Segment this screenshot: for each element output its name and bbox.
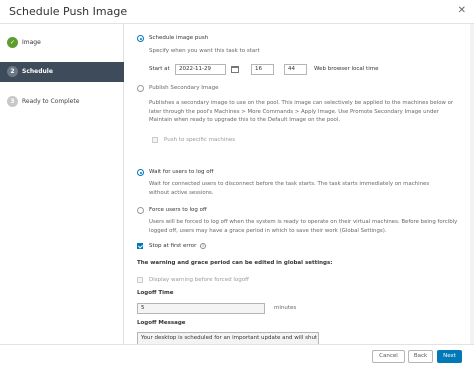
logoff-time-unit: minutes: [274, 305, 297, 311]
publish-secondary-radio[interactable]: [137, 85, 144, 92]
schedule-push-radio[interactable]: [137, 35, 144, 42]
schedule-form: Schedule image push Specify when you wan…: [124, 24, 474, 344]
step-number: 2: [7, 66, 18, 77]
publish-secondary-label: Publish Secondary Image: [149, 85, 219, 91]
info-icon[interactable]: i: [200, 243, 206, 249]
dialog-title: Schedule Push Image: [9, 5, 128, 18]
push-specific-label: Push to specific machines: [164, 137, 236, 143]
logoff-time-label: Logoff Time: [137, 290, 174, 296]
wait-logoff-label: Wait for users to log off: [149, 169, 214, 175]
dialog-footer: Cancel Back Next: [0, 344, 474, 370]
wizard-steps: ✓ Image 2 Schedule 3 Ready to Complete: [0, 24, 124, 344]
start-at-label: Start at: [149, 66, 170, 72]
back-button[interactable]: Back: [408, 350, 433, 363]
step-ready-to-complete[interactable]: 3 Ready to Complete: [0, 92, 124, 112]
step-schedule[interactable]: 2 Schedule: [0, 62, 124, 82]
check-icon: ✓: [7, 37, 18, 48]
wait-logoff-description: Wait for connected users to disconnect b…: [149, 181, 430, 196]
logoff-message-textarea[interactable]: Your desktop is scheduled for an importa…: [137, 332, 319, 344]
stop-on-error-checkbox[interactable]: [137, 243, 143, 249]
display-warning-checkbox[interactable]: [137, 277, 143, 283]
logoff-time-input[interactable]: 5: [137, 303, 265, 314]
force-logoff-description: Users will be forced to log off when the…: [149, 219, 458, 234]
close-icon[interactable]: ✕: [458, 5, 466, 16]
timezone-note: Web browser local time: [314, 66, 379, 72]
force-logoff-radio[interactable]: [137, 207, 144, 214]
start-date-input[interactable]: 2022-11-29: [175, 64, 226, 75]
cancel-button[interactable]: Cancel: [372, 350, 405, 363]
wait-logoff-radio[interactable]: [137, 169, 144, 176]
next-button[interactable]: Next: [437, 350, 462, 363]
stop-on-error-label: Stop at first error: [149, 243, 197, 249]
step-label: Image: [22, 39, 41, 46]
step-image[interactable]: ✓ Image: [0, 33, 124, 53]
publish-secondary-description: Publishes a secondary image to use on th…: [149, 100, 454, 123]
step-label: Ready to Complete: [22, 98, 80, 105]
scrollbar[interactable]: [470, 24, 474, 344]
push-specific-checkbox[interactable]: [152, 137, 158, 143]
schedule-push-label: Schedule image push: [149, 35, 209, 41]
calendar-icon[interactable]: [231, 66, 239, 73]
step-label: Schedule: [22, 68, 53, 75]
grace-note: The warning and grace period can be edit…: [137, 260, 333, 266]
start-minute-input[interactable]: 44: [284, 64, 307, 75]
start-hour-input[interactable]: 16: [251, 64, 274, 75]
force-logoff-label: Force users to log off: [149, 207, 207, 213]
dialog-header: Schedule Push Image ✕: [0, 0, 474, 24]
step-number: 3: [7, 96, 18, 107]
schedule-push-hint: Specify when you want this task to start: [149, 48, 260, 54]
display-warning-label: Display warning before forced logoff: [149, 277, 249, 283]
logoff-message-label: Logoff Message: [137, 320, 186, 326]
